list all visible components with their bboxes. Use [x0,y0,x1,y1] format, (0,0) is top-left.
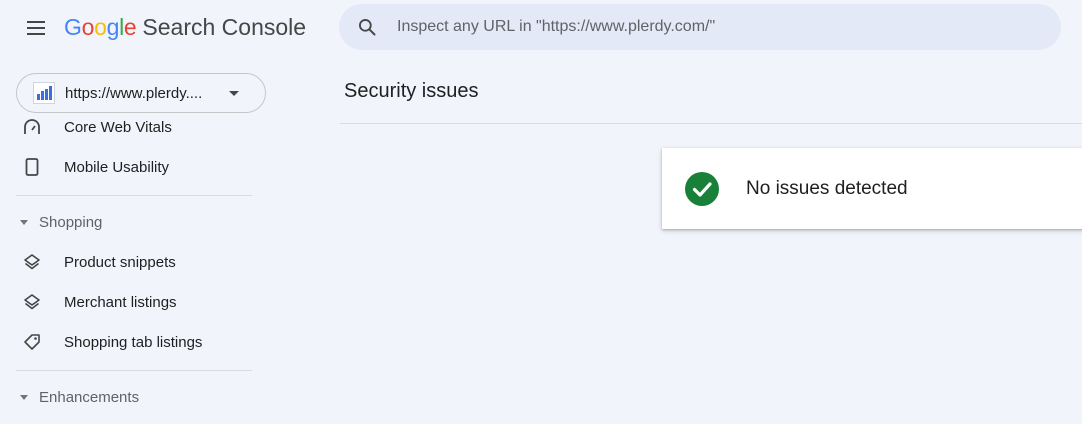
sidebar-item-product-snippets[interactable]: Product snippets [22,246,176,278]
gauge-icon [22,117,42,137]
sidebar-item-label: Product snippets [64,253,176,271]
property-selector[interactable]: https://www.plerdy.... [16,73,266,113]
dropdown-caret-icon [229,90,239,96]
layers-icon [22,292,42,312]
section-label: Shopping [39,213,103,231]
collapse-triangle-icon [20,394,28,400]
main-menu-icon[interactable] [22,16,50,40]
sidebar-divider [16,195,252,196]
search-icon [359,19,376,36]
collapse-triangle-icon [20,219,28,225]
security-status-card: No issues detected [662,148,1082,229]
sidebar-item-label: Shopping tab listings [64,333,203,351]
sidebar-section-enhancements[interactable]: Enhancements [20,383,139,411]
app-logo[interactable]: Google Search Console [64,14,306,44]
smartphone-icon [22,157,42,177]
title-divider [340,123,1082,124]
property-favicon-icon [33,82,55,104]
sidebar-section-shopping[interactable]: Shopping [20,208,102,236]
status-message: No issues detected [746,177,908,199]
section-label: Enhancements [39,388,140,406]
google-wordmark: Google [64,14,137,40]
sidebar-item-label: Mobile Usability [64,158,170,176]
layers-icon [22,252,42,272]
tag-icon [22,332,42,352]
check-circle-icon [685,171,719,206]
property-label: https://www.plerdy.... [65,84,203,102]
search-input[interactable] [397,18,997,36]
sidebar-item-core-web-vitals[interactable]: Core Web Vitals [22,111,172,143]
sidebar-item-mobile-usability[interactable]: Mobile Usability [22,151,169,183]
url-inspection-search[interactable] [339,4,1061,50]
sidebar-item-label: Merchant listings [64,293,177,311]
product-name: Search Console [142,14,307,40]
search-console-app: Google Search Console https://www.plerdy… [0,0,1082,424]
sidebar-divider [16,370,252,371]
sidebar-item-merchant-listings[interactable]: Merchant listings [22,286,177,318]
page-title: Security issues [344,80,479,102]
sidebar-item-shopping-tab-listings[interactable]: Shopping tab listings [22,326,202,358]
sidebar-item-label: Core Web Vitals [64,118,172,136]
